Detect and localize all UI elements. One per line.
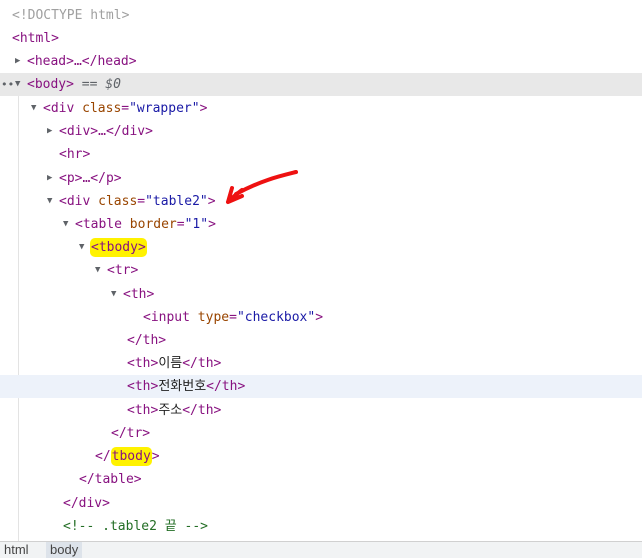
triangle-expanded-icon[interactable]: ▼ [79, 236, 89, 259]
dom-node-html[interactable]: <html> [0, 27, 642, 50]
dom-node-hr[interactable]: <hr> [0, 143, 642, 166]
dom-node-tr[interactable]: ▼ <tr> [0, 259, 642, 282]
dom-node-tr-close[interactable]: </tr> [0, 422, 642, 445]
div-close-tag: </div> [63, 496, 110, 511]
dom-node-th-phone[interactable]: <th>전화번호</th> [0, 375, 642, 398]
attr-value: "checkbox" [236, 310, 316, 325]
breadcrumb: html body [0, 541, 642, 558]
tag-end: > [315, 310, 324, 325]
breadcrumb-item-body[interactable]: body [46, 542, 83, 558]
dom-node-tbody-close[interactable]: </tbody> [0, 445, 642, 468]
triangle-collapsed-icon[interactable]: ▶ [47, 167, 57, 190]
red-arrow-annotation [226, 170, 298, 204]
th-close-tag: </th> [127, 333, 167, 348]
dom-node-table[interactable]: ▼ <table border="1"> [0, 213, 642, 236]
triangle-expanded-icon[interactable]: ▼ [111, 283, 121, 306]
attr-name: border [129, 217, 177, 232]
th-text-address: 주소 [158, 403, 183, 418]
attr-value: "table2" [145, 194, 208, 209]
triangle-collapsed-icon[interactable]: ▶ [47, 120, 57, 143]
dom-node-body[interactable]: •• ▼ <body> == $0 [0, 73, 642, 96]
th-text-phone: 전화번호 [158, 379, 207, 394]
tag-end: > [151, 449, 160, 464]
div-tag: <div>…</div> [59, 124, 153, 139]
triangle-expanded-icon[interactable]: ▼ [47, 190, 57, 213]
dom-node-th[interactable]: ▼ <th> [0, 283, 642, 306]
selected-marker: == $0 [81, 77, 121, 92]
triangle-expanded-icon[interactable]: ▼ [63, 213, 73, 236]
table-close-tag: </table> [79, 472, 142, 487]
th-close: </th> [182, 356, 222, 371]
triangle-collapsed-icon[interactable]: ▶ [15, 50, 25, 73]
attr-value: "wrapper" [129, 101, 200, 116]
dom-node-doctype[interactable]: <!DOCTYPE html> [0, 4, 642, 27]
head-tag: <head>…</head> [27, 54, 137, 69]
th-tag: <th> [123, 287, 155, 302]
tr-close-tag: </tr> [111, 426, 151, 441]
th-close: </th> [206, 379, 246, 394]
tag-start: <table [75, 217, 122, 232]
attr-name: class [82, 101, 122, 116]
tag-start: <div [43, 101, 75, 116]
more-dots-icon[interactable]: •• [1, 73, 14, 96]
hr-tag: <hr> [59, 147, 91, 162]
tr-tag: <tr> [107, 263, 139, 278]
html-tag: <html> [12, 31, 59, 46]
attr-value: "1" [184, 217, 209, 232]
th-open: <th> [127, 379, 159, 394]
dom-node-input[interactable]: <input type="checkbox"> [0, 306, 642, 329]
dom-node-div-table2[interactable]: ▼ <div class="table2"> [0, 190, 642, 213]
tag-end: > [208, 217, 216, 232]
attr-name: type [197, 310, 230, 325]
tbody-tag-highlighted: <tbody> [90, 238, 147, 257]
th-open: <th> [127, 403, 159, 418]
dom-node-tbody[interactable]: ▼ <tbody> [0, 236, 642, 259]
elements-panel: { "dom": { "doctype": "<!DOCTYPE html>",… [0, 0, 642, 558]
th-close: </th> [182, 403, 222, 418]
dom-node-table-close[interactable]: </table> [0, 468, 642, 491]
attr-name: class [98, 194, 138, 209]
triangle-expanded-icon[interactable]: ▼ [15, 73, 25, 96]
breadcrumb-item-html[interactable]: html [0, 542, 33, 558]
body-tag: <body> [27, 77, 74, 92]
th-text-name: 이름 [158, 356, 183, 371]
tag-end: > [199, 101, 208, 116]
th-open: <th> [127, 356, 159, 371]
dom-node-div[interactable]: ▶ <div>…</div> [0, 120, 642, 143]
triangle-expanded-icon[interactable]: ▼ [31, 97, 41, 120]
dom-node-th-name[interactable]: <th>이름</th> [0, 352, 642, 375]
p-tag: <p>…</p> [59, 171, 122, 186]
dom-node-comment[interactable]: <!-- .table2 끝 --> [0, 515, 642, 538]
dom-node-head[interactable]: ▶ <head>…</head> [0, 50, 642, 73]
triangle-expanded-icon[interactable]: ▼ [95, 259, 105, 282]
doctype-text: <!DOCTYPE html> [12, 8, 130, 23]
dom-node-div-wrapper[interactable]: ▼ <div class="wrapper"> [0, 97, 642, 120]
dom-node-div-close[interactable]: </div> [0, 492, 642, 515]
tag-start: <input [143, 310, 190, 325]
tag-start: </ [95, 449, 111, 464]
dom-node-th-address[interactable]: <th>주소</th> [0, 399, 642, 422]
tbody-close-highlighted: tbody [110, 447, 152, 466]
dom-node-p[interactable]: ▶ <p>…</p> [0, 167, 642, 190]
tag-start: <div [59, 194, 91, 209]
tag-end: > [207, 194, 216, 209]
dom-node-th-close[interactable]: </th> [0, 329, 642, 352]
comment-text: <!-- .table2 끝 --> [63, 519, 209, 534]
